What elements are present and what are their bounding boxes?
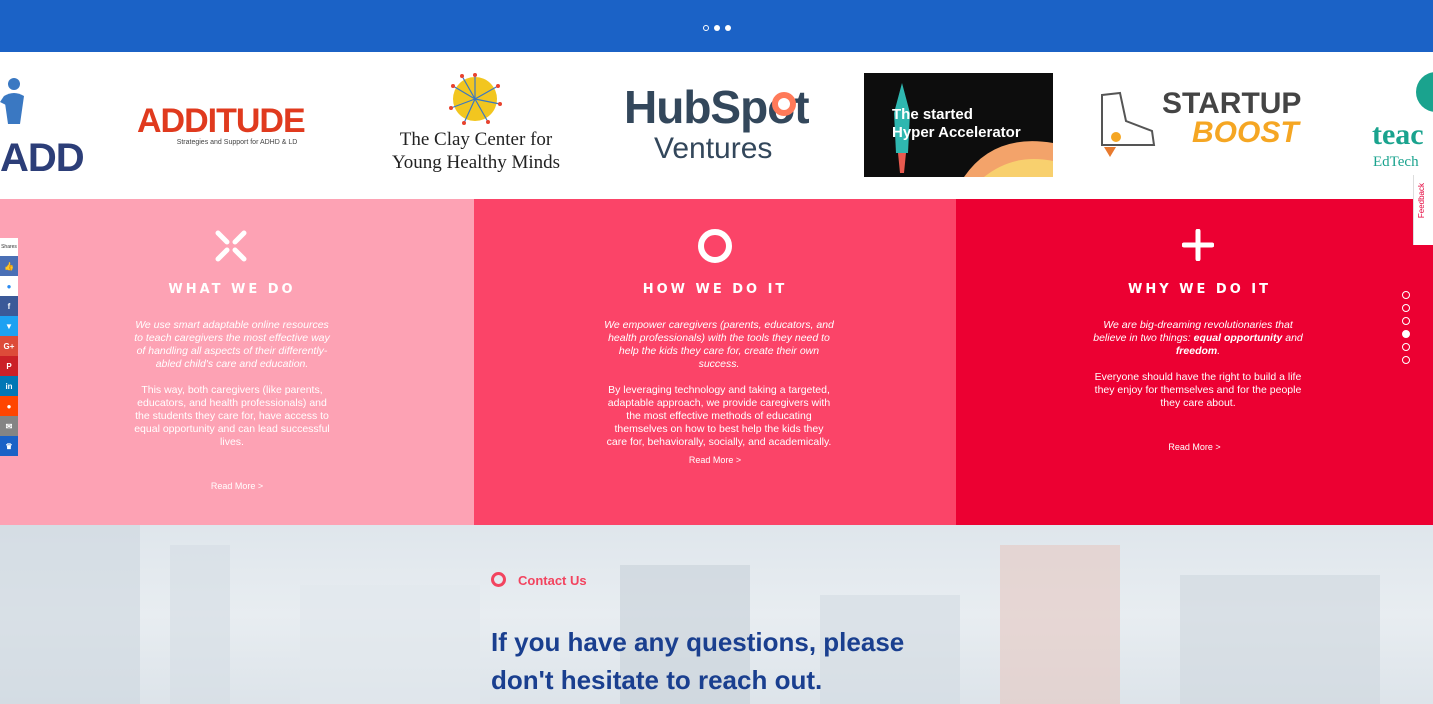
why-we-do-it-column: WHY WE DO IT We are big-dreaming revolut… [956, 199, 1433, 525]
twitter-icon[interactable]: ▼ [0, 316, 18, 336]
why-text-part: . [1217, 345, 1221, 357]
teach-title: teac [1372, 118, 1424, 151]
additude-tagline: Strategies and Support for ADHD & LD [176, 139, 298, 146]
section-nav-dot-active[interactable] [1402, 330, 1410, 338]
additude-logo[interactable]: ADDITUDE Strategies and Support for ADHD… [137, 104, 337, 154]
how-we-do-it-heading: HOW WE DO IT [642, 282, 788, 297]
contact-heading: If you have any questions, please don't … [491, 627, 905, 695]
startup-boost-logo[interactable]: STARTUP BOOST [1096, 87, 1311, 167]
mission-columns: WHAT WE DO We use smart adaptable online… [0, 199, 1433, 525]
add-logo[interactable]: ADD [0, 72, 110, 182]
feedback-tab[interactable]: Feedback [1413, 175, 1433, 245]
what-we-do-heading: WHAT WE DO [168, 282, 296, 297]
how-we-do-it-paragraph-2: By leveraging technology and taking a ta… [606, 384, 832, 448]
section-nav-dot[interactable] [1402, 356, 1410, 364]
add-logo-text: ADD [0, 136, 85, 180]
ring-icon [698, 229, 732, 263]
started-line1: The started [892, 106, 973, 123]
started-hyper-accelerator-logo[interactable]: The started Hyper Accelerator [864, 73, 1053, 177]
linkedin-icon[interactable]: in [0, 376, 18, 396]
sunburst-icon [449, 73, 502, 125]
feedback-label: Feedback [1417, 183, 1426, 219]
why-text-emphasis-equal-opportunity: equal opportunity [1193, 332, 1283, 344]
section-nav-dot[interactable] [1402, 317, 1410, 325]
how-we-do-it-column: HOW WE DO IT We empower caregivers (pare… [474, 199, 956, 525]
sprocket-icon [772, 92, 796, 116]
teach-circle-icon [1416, 72, 1433, 112]
plus-icon [1182, 229, 1214, 261]
sneaker-icon [1101, 91, 1156, 157]
facebook-icon[interactable]: f [0, 296, 18, 316]
cross-arrows-icon [215, 230, 247, 262]
pinterest-icon[interactable]: P [0, 356, 18, 376]
teach-subtitle: EdTech [1373, 154, 1419, 170]
contact-ring-icon [491, 572, 506, 587]
section-nav-dot[interactable] [1402, 304, 1410, 312]
slider-dot[interactable] [703, 25, 709, 31]
email-icon[interactable]: ✉ [0, 416, 18, 436]
why-we-do-it-paragraph-1: We are big-dreaming revolutionaries that… [1086, 319, 1310, 358]
like-icon[interactable]: 👍 [0, 256, 18, 276]
boost-title: BOOST [1192, 116, 1299, 149]
partner-logos-strip: ADD ADDITUDE Strategies and Support for … [0, 52, 1433, 199]
messenger-icon[interactable]: ● [0, 276, 18, 296]
google-plus-icon[interactable]: G+ [0, 336, 18, 356]
what-we-do-column: WHAT WE DO We use smart adaptable online… [0, 199, 474, 525]
what-we-do-paragraph-2: This way, both caregivers (like parents,… [134, 384, 330, 448]
why-we-do-it-heading: WHY WE DO IT [1128, 282, 1271, 297]
section-nav-dots [1402, 291, 1410, 364]
how-we-do-it-paragraph-1: We empower caregivers (parents, educator… [604, 319, 834, 370]
what-we-do-read-more-link[interactable]: Read More > [0, 481, 474, 491]
social-share-bar: Shares 👍 ● f ▼ G+ P in ● ✉ ♛ [0, 238, 18, 456]
why-text-emphasis-freedom: freedom [1175, 345, 1218, 357]
why-we-do-it-paragraph-2: Everyone should have the right to build … [1094, 371, 1302, 409]
hubspot-ventures-logo[interactable]: HubSpot Ventures [624, 82, 814, 177]
contact-us-label: Contact Us [518, 573, 587, 588]
startup-title: STARTUP [1162, 87, 1302, 120]
hubspot-subtitle: Ventures [654, 132, 773, 165]
clay-center-line1: The Clay Center for [399, 129, 553, 150]
additude-title: ADDITUDE [137, 102, 306, 140]
section-nav-dot[interactable] [1402, 291, 1410, 299]
how-we-do-it-read-more-link[interactable]: Read More > [474, 455, 956, 465]
slider-dot[interactable] [725, 25, 731, 31]
crown-icon[interactable]: ♛ [0, 436, 18, 456]
why-text-part: and [1282, 332, 1303, 344]
teach-edtech-logo[interactable]: teac EdTech [1370, 72, 1433, 182]
clay-center-line2: Young Healthy Minds [391, 152, 561, 173]
reddit-icon[interactable]: ● [0, 396, 18, 416]
shares-label: Shares [0, 238, 18, 256]
slider-dot[interactable] [714, 25, 720, 31]
started-line2: Hyper Accelerator [892, 124, 1021, 141]
what-we-do-paragraph-1: We use smart adaptable online resources … [134, 319, 330, 370]
slider-dots [703, 25, 731, 31]
contact-section: Contact Us If you have any questions, pl… [0, 525, 1433, 704]
clay-center-logo[interactable]: The Clay Center for Young Healthy Minds [376, 72, 576, 182]
why-we-do-it-read-more-link[interactable]: Read More > [956, 442, 1433, 452]
section-nav-dot[interactable] [1402, 343, 1410, 351]
top-banner-bar [0, 0, 1433, 52]
